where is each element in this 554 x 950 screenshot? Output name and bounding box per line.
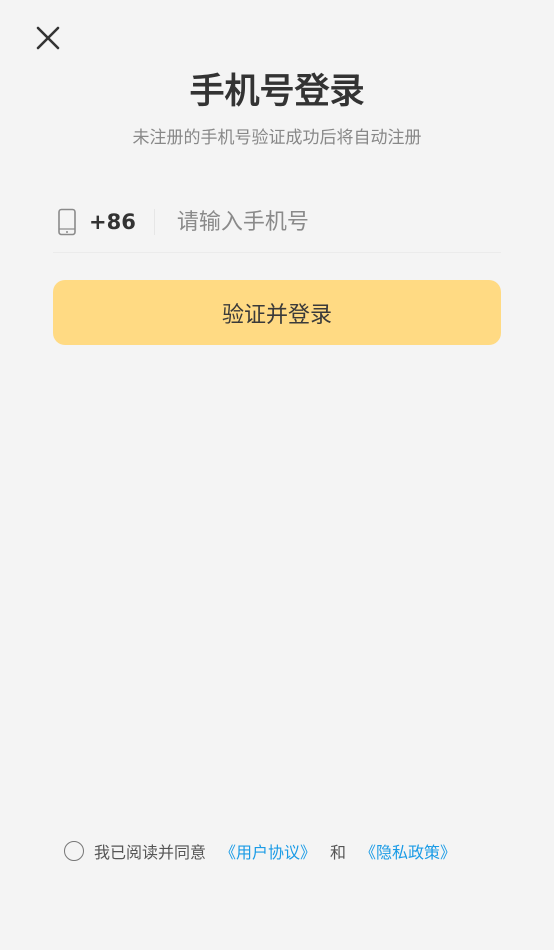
page-subtitle: 未注册的手机号验证成功后将自动注册	[132, 128, 422, 148]
agreement-checkbox[interactable]	[64, 841, 84, 861]
country-code[interactable]: +86	[89, 210, 136, 234]
phone-number-input[interactable]	[176, 202, 501, 242]
agreement-prefix: 我已阅读并同意	[94, 843, 207, 862]
phone-input-row: +86	[53, 192, 501, 253]
user-agreement-link[interactable]: 《用户协议》	[220, 839, 316, 863]
close-icon	[36, 26, 60, 50]
close-button[interactable]	[30, 20, 66, 56]
input-divider	[153, 209, 155, 235]
page-title: 手机号登录	[189, 72, 365, 112]
agreement-conjunction: 和	[330, 843, 347, 862]
agreement-row: 我已阅读并同意 《用户协议》 和 《隐私政策》	[64, 838, 456, 864]
privacy-policy-link[interactable]: 《隐私政策》	[360, 839, 456, 863]
mobile-phone-icon	[53, 208, 81, 236]
verify-and-login-button[interactable]: 验证并登录	[53, 280, 501, 345]
